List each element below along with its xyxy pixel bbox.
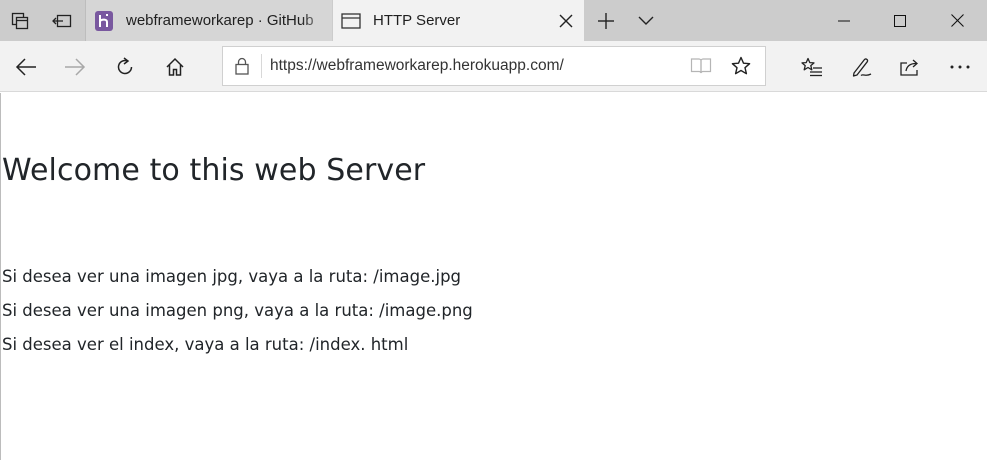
set-aside-tabs-button[interactable]	[42, 0, 82, 41]
maximize-button[interactable]	[872, 0, 928, 41]
pen-icon	[852, 58, 872, 77]
minimize-icon	[838, 20, 850, 21]
url-text[interactable]: https://webframeworkarep.herokuapp.com/	[270, 47, 564, 85]
page-icon	[341, 11, 361, 31]
heroku-icon	[94, 10, 114, 31]
navigation-toolbar: https://webframeworkarep.herokuapp.com/	[0, 41, 987, 92]
tab-title: webframeworkarep · GitHub	[126, 12, 314, 29]
arrow-left-icon	[15, 58, 36, 76]
chevron-down-icon	[638, 16, 654, 25]
favorites-hub-button[interactable]	[789, 45, 835, 89]
route-info-index: Si desea ver el index, vaya a la ruta: /…	[2, 335, 409, 354]
reading-view-button[interactable]	[685, 47, 717, 85]
close-tab-button[interactable]	[548, 0, 584, 41]
add-to-favorites-button[interactable]	[723, 47, 759, 85]
maximize-icon	[894, 14, 906, 27]
minimize-button[interactable]	[816, 0, 872, 41]
set-aside-tabs-icon	[52, 14, 72, 27]
lock-icon[interactable]	[223, 47, 261, 85]
forward-button[interactable]	[52, 45, 98, 89]
more-dots-icon	[950, 65, 970, 69]
add-notes-button[interactable]	[838, 45, 884, 89]
home-icon	[166, 57, 184, 76]
new-tab-button[interactable]	[586, 0, 626, 41]
favorites-list-icon	[801, 57, 822, 77]
settings-more-button[interactable]	[937, 45, 983, 89]
tab-preview-button[interactable]	[626, 0, 666, 41]
arrow-right-icon	[65, 58, 86, 76]
home-button[interactable]	[152, 45, 198, 89]
tab-title: HTTP Server	[373, 12, 461, 29]
share-button[interactable]	[887, 45, 933, 89]
star-icon	[731, 56, 751, 75]
refresh-button[interactable]	[102, 45, 148, 89]
address-bar[interactable]: https://webframeworkarep.herokuapp.com/	[222, 46, 766, 86]
close-window-button[interactable]	[929, 0, 985, 41]
tab-strip: webframeworkarep · GitHub HTTP Server	[0, 0, 987, 41]
tab-overview-button[interactable]	[0, 0, 40, 41]
web-page-content: Welcome to this web Server Si desea ver …	[0, 93, 987, 460]
refresh-icon	[117, 57, 133, 75]
address-divider	[261, 54, 262, 78]
route-info-jpg: Si desea ver una imagen jpg, vaya a la r…	[2, 267, 462, 286]
plus-icon	[598, 12, 614, 29]
close-icon	[559, 14, 573, 27]
tab-overview-icon	[11, 12, 29, 29]
page-heading: Welcome to this web Server	[2, 153, 426, 188]
reading-view-icon	[690, 58, 712, 74]
tab-http-server[interactable]: HTTP Server	[333, 0, 584, 41]
route-info-png: Si desea ver una imagen png, vaya a la r…	[2, 301, 473, 320]
share-icon	[900, 59, 918, 76]
tab-github[interactable]: webframeworkarep · GitHub	[85, 0, 332, 41]
close-icon	[950, 14, 964, 27]
back-button[interactable]	[3, 45, 49, 89]
